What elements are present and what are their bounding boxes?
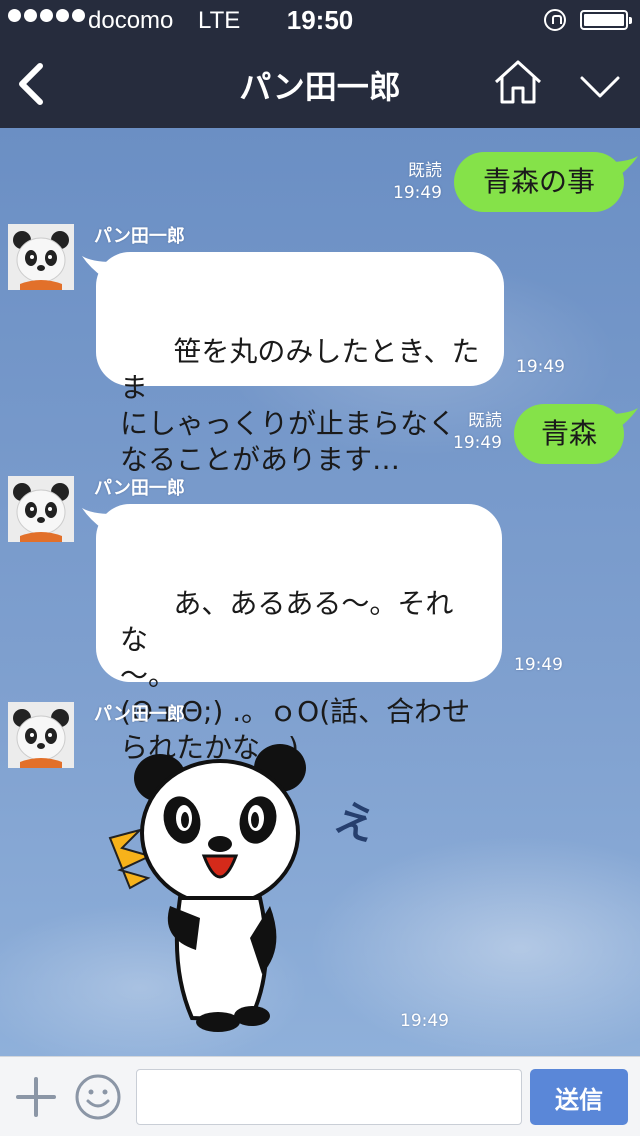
panda-avatar-icon [8,476,74,542]
avatar[interactable] [8,476,74,542]
plus-icon[interactable] [14,1075,58,1119]
incoming-message-bubble[interactable]: あ、あるある〜。それな 〜。 (ΘェΘ;) .。ｏO(話、合わせ られたかな…) [82,504,502,764]
bubble-tail [82,256,112,278]
nav-bar: パン田一郎 [0,40,640,128]
panda-avatar-icon [8,702,74,768]
incoming-message-bubble[interactable]: 笹を丸のみしたとき、たま にしゃっくりが止まらなく なることがあります… [82,252,504,476]
battery-icon [580,10,632,30]
message-input[interactable] [136,1069,522,1125]
home-icon[interactable] [492,56,544,108]
outgoing-message-bubble[interactable]: 青森の事 [454,152,638,212]
chat-area[interactable]: 既読 19:49 青森の事 パン田一郎 笹を丸のみしたとき、たま にしゃっくりが… [0,128,640,1056]
message-meta: 既読 19:49 [372,160,442,204]
outgoing-message-bubble[interactable]: 青森 [514,404,638,464]
sender-name: パン田一郎 [94,704,185,725]
smiley-icon[interactable] [74,1073,122,1121]
read-receipt: 既読 [468,411,502,431]
message-time: 19:49 [514,655,563,675]
top-bar: docomo LTE 19:50 パン田一郎 [0,0,640,128]
panda-surprised-sticker[interactable]: えっ!? [100,738,380,1038]
message-time: 19:49 [393,183,442,203]
status-bar: docomo LTE 19:50 [0,0,640,40]
message-time: 19:49 [516,357,565,377]
chevron-down-icon[interactable] [576,62,624,110]
bubble-tail [608,408,638,430]
sticker-exclamation: えっ!? [329,794,380,879]
panda-avatar-icon [8,224,74,290]
message-time: 19:49 [453,433,502,453]
avatar[interactable] [8,702,74,768]
avatar[interactable] [8,224,74,290]
message-text: 青森 [540,417,597,450]
chat-title: パン田一郎 [239,68,401,106]
message-meta: 既読 19:49 [432,410,502,454]
message-input-bar: 送信 [0,1056,640,1136]
message-time: 19:49 [400,1011,449,1031]
message-text: 笹を丸のみしたとき、たま にしゃっくりが止まらなく なることがあります… [120,335,480,476]
line-chat-screen: docomo LTE 19:50 パン田一郎 既読 19:49 青森の事 パン田… [0,0,640,1136]
message-text: 青森の事 [482,165,595,198]
read-receipt: 既読 [408,161,442,181]
send-button[interactable]: 送信 [530,1069,628,1125]
sender-name: パン田一郎 [94,226,185,247]
rotation-lock-icon [544,9,566,31]
bubble-tail [82,508,112,530]
sender-name: パン田一郎 [94,478,185,499]
bubble-tail [608,156,638,178]
